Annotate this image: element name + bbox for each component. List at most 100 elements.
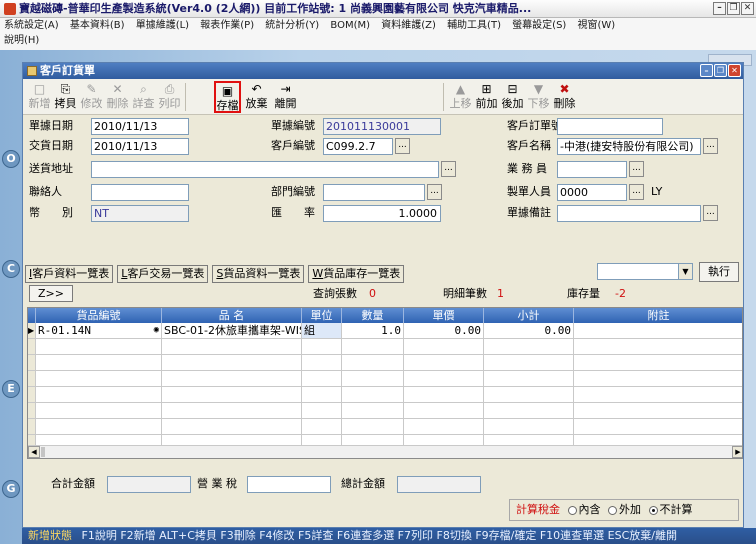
grid-cell[interactable] (302, 339, 342, 355)
cell-code[interactable]: R-01.14N ◉ (36, 323, 162, 339)
tax-none-label[interactable]: 不計算 (660, 503, 693, 516)
cust-no-lookup-button[interactable]: ... (395, 138, 410, 154)
grid-cell[interactable] (36, 387, 162, 403)
menu-system[interactable]: 系統設定(A) (4, 20, 59, 31)
expand-button[interactable]: Z>> (29, 285, 73, 302)
grid-header-price[interactable]: 單價 (404, 308, 484, 323)
table-row-empty[interactable] (28, 355, 742, 371)
add-before-button[interactable]: ⊞ 前加 (474, 81, 499, 113)
cust-no-field[interactable]: C099.2.7 (323, 138, 393, 155)
move-up-button[interactable]: ▲ 上移 (448, 81, 473, 113)
grid-header-code[interactable]: 貨品編號 (36, 308, 162, 323)
cust-name-lookup-button[interactable]: ... (703, 138, 718, 154)
grid-cell[interactable] (162, 371, 302, 387)
grid-cell[interactable] (162, 387, 302, 403)
action-select[interactable]: ▼ (597, 263, 693, 280)
menu-tools[interactable]: 輔助工具(T) (447, 20, 501, 31)
chevron-down-icon[interactable]: ▼ (678, 264, 692, 279)
grid-cell[interactable] (404, 339, 484, 355)
cust-order-field[interactable] (557, 118, 663, 135)
grid-cell[interactable] (302, 419, 342, 435)
ship-addr-lookup-button[interactable]: ... (441, 161, 456, 177)
remove-row-button[interactable]: ✖ 刪除 (552, 81, 577, 113)
tab-customer-trade[interactable]: L客戶交易一覽表 (117, 265, 209, 283)
leave-button[interactable]: ⇥ 離開 (273, 81, 298, 113)
tax-exclusive-radio[interactable] (608, 505, 617, 515)
doc-date-field[interactable]: 2010/11/13 (91, 118, 189, 135)
maker-lookup-button[interactable]: ... (629, 184, 644, 200)
desktop-shortcut-icon[interactable]: E (2, 380, 20, 398)
grid-header-name[interactable]: 品 名 (162, 308, 302, 323)
copy-button[interactable]: ⎘ 拷貝 (53, 81, 78, 113)
grid-cell[interactable] (162, 419, 302, 435)
lookup-binoculars-icon[interactable]: ◉ (154, 323, 159, 338)
add-after-button[interactable]: ⊟ 後加 (500, 81, 525, 113)
table-row-empty[interactable] (28, 419, 742, 435)
menu-screen[interactable]: 螢幕設定(S) (512, 20, 566, 31)
grid-cell[interactable] (574, 339, 742, 355)
cust-name-field[interactable]: -中港(捷安特股份有限公司) (557, 138, 701, 155)
horizontal-scrollbar[interactable]: ◀ ▶ (28, 445, 742, 458)
grid-cell[interactable] (302, 387, 342, 403)
grid-cell[interactable] (342, 387, 404, 403)
tab-stock-list[interactable]: W貨品庫存一覽表 (308, 265, 405, 283)
grid-cell[interactable] (342, 403, 404, 419)
save-button[interactable]: ▣ 存檔 (214, 81, 241, 113)
table-row-empty[interactable] (28, 387, 742, 403)
menu-stats[interactable]: 統計分析(Y) (265, 20, 319, 31)
grid-cell[interactable] (162, 403, 302, 419)
grid-cell[interactable] (404, 419, 484, 435)
tax-inclusive-label[interactable]: 內含 (579, 503, 601, 516)
ship-addr-field[interactable] (91, 161, 439, 178)
new-button[interactable]: □ 新增 (27, 81, 52, 113)
grid-cell[interactable] (574, 355, 742, 371)
grid-cell[interactable] (302, 403, 342, 419)
grid-cell[interactable] (484, 371, 574, 387)
tax-inclusive-radio[interactable] (567, 505, 577, 515)
menu-data[interactable]: 資料維護(Z) (381, 20, 436, 31)
grid-cell[interactable] (162, 339, 302, 355)
scroll-right-icon[interactable]: ▶ (732, 446, 742, 458)
grid-cell[interactable] (342, 355, 404, 371)
grid-cell[interactable] (36, 403, 162, 419)
currency-field[interactable]: NT (91, 205, 189, 222)
grid-cell[interactable] (574, 371, 742, 387)
grid-header-note[interactable]: 附註 (574, 308, 742, 323)
grid-cell[interactable] (404, 371, 484, 387)
grid-cell[interactable] (574, 387, 742, 403)
grid-cell[interactable] (36, 339, 162, 355)
cell-qty[interactable]: 1.0 (342, 323, 404, 339)
sales-field[interactable] (557, 161, 627, 178)
grid-cell[interactable] (302, 355, 342, 371)
grid-cell[interactable] (162, 355, 302, 371)
dept-no-lookup-button[interactable]: ... (427, 184, 442, 200)
detail-button[interactable]: ⌕ 詳查 (131, 81, 156, 113)
contact-field[interactable] (91, 184, 189, 201)
close-icon[interactable]: ✕ (741, 2, 754, 15)
grid-header-subtotal[interactable]: 小計 (484, 308, 574, 323)
grid-cell[interactable] (484, 339, 574, 355)
delivery-date-field[interactable]: 2010/11/13 (91, 138, 189, 155)
cell-subtotal[interactable]: 0.00 (484, 323, 574, 339)
menu-help[interactable]: 說明(H) (4, 35, 39, 46)
grid-header-unit[interactable]: 單位 (302, 308, 342, 323)
tax-field[interactable] (247, 476, 331, 493)
sales-lookup-button[interactable]: ... (629, 161, 644, 177)
menu-window[interactable]: 視窗(W) (578, 20, 616, 31)
grid-cell[interactable] (342, 339, 404, 355)
tax-exclusive-label[interactable]: 外加 (619, 503, 641, 516)
grid-cell[interactable] (404, 355, 484, 371)
restore-icon[interactable]: ❐ (714, 64, 727, 77)
menu-bom[interactable]: BOM(M) (330, 20, 370, 31)
grid-cell[interactable] (342, 371, 404, 387)
grid-cell[interactable] (302, 371, 342, 387)
table-row[interactable]: ▶ R-01.14N◉ SBC-01-2休旅車攜車架-WISH新 組 1.0 0… (28, 323, 742, 339)
remark-lookup-button[interactable]: ... (703, 205, 718, 221)
grid-cell[interactable] (484, 387, 574, 403)
restore-icon[interactable]: ❐ (727, 2, 740, 15)
close-icon[interactable]: ✕ (728, 64, 741, 77)
cell-price[interactable]: 0.00 (404, 323, 484, 339)
abort-button[interactable]: ↶ 放棄 (244, 81, 269, 113)
tab-product-list[interactable]: S貨品資料一覽表 (212, 265, 305, 283)
scroll-thumb[interactable] (41, 447, 45, 457)
